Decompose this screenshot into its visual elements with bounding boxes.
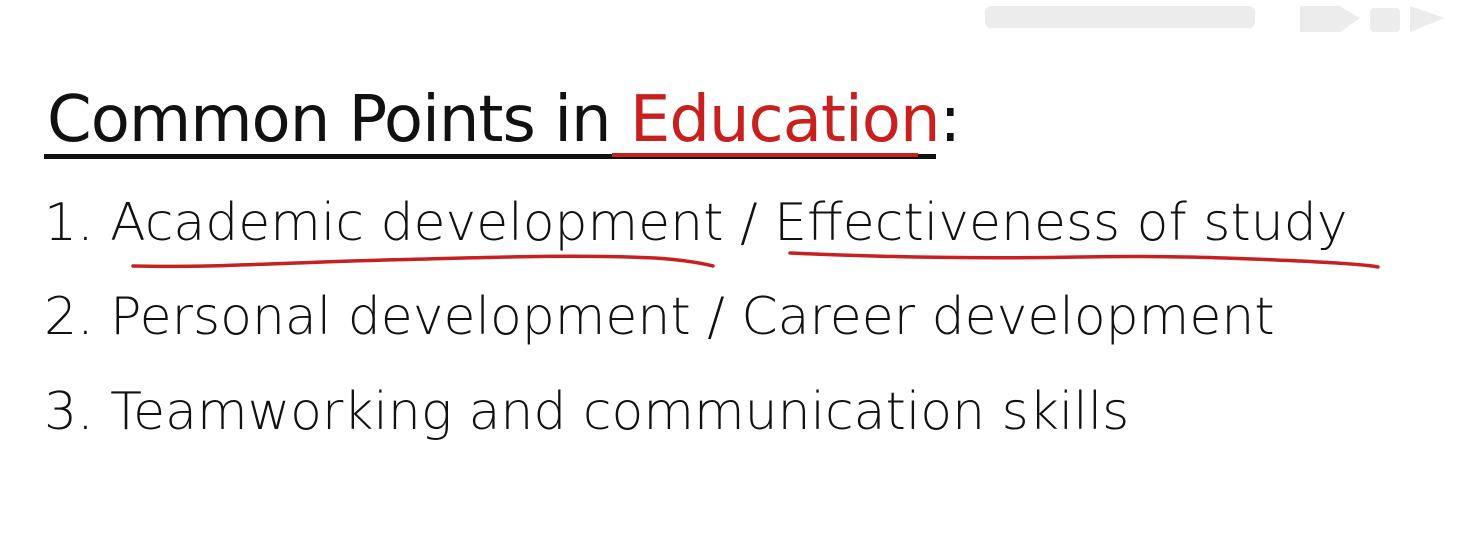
- list-item-number: 1.: [44, 193, 94, 253]
- list-item-number: 3.: [44, 382, 94, 442]
- slide: Common Points in Education: 1. Academic …: [0, 0, 1462, 536]
- list-item-3: 3. Teamworking and communication skills: [44, 381, 1129, 443]
- watermark-logo-icon: [985, 6, 1445, 32]
- list-item-2: 2. Personal development / Career develop…: [44, 286, 1275, 348]
- list-item-separator: /: [740, 193, 758, 253]
- list-item-part-1: Academic development: [110, 193, 724, 253]
- list-item-number: 2.: [44, 287, 94, 347]
- red-underline-academic: [131, 254, 715, 269]
- list-item-text: Personal development / Career developmen…: [110, 287, 1275, 347]
- list-item-text: Teamworking and communication skills: [110, 382, 1130, 442]
- slide-title: Common Points in Education:: [47, 82, 962, 158]
- title-accent-underline: [612, 153, 918, 157]
- red-underline-effectiveness: [788, 251, 1380, 269]
- title-suffix: :: [939, 83, 962, 157]
- title-accent-word: Education: [629, 83, 941, 157]
- title-prefix: Common Points in: [47, 83, 630, 157]
